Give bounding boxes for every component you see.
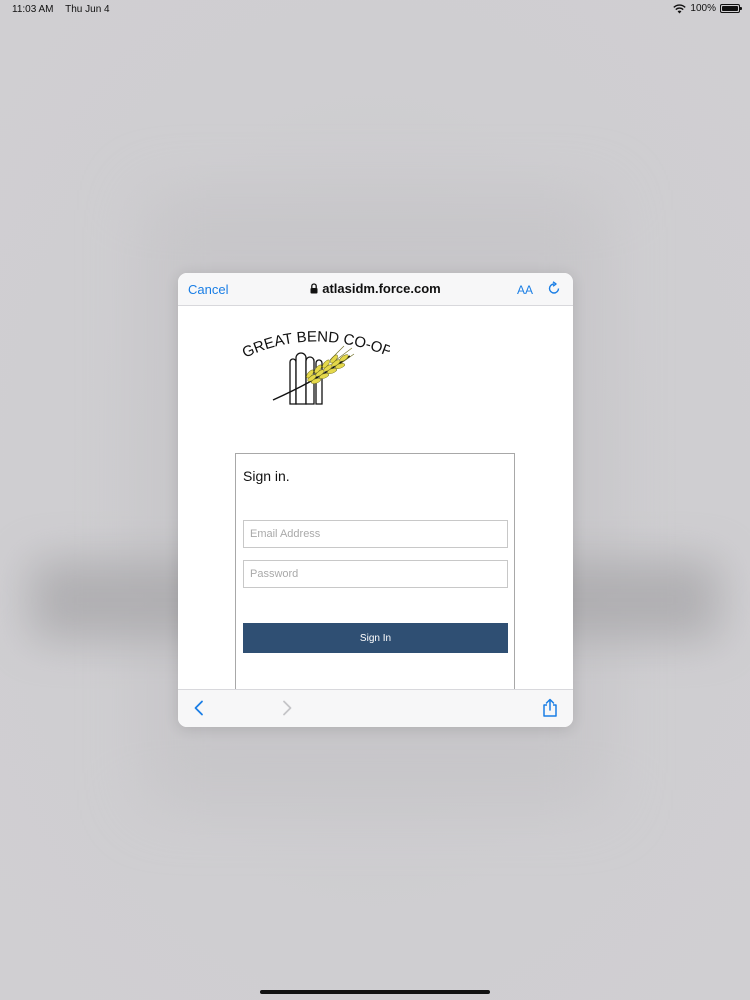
status-left: 11:03 AM Thu Jun 4: [12, 4, 119, 15]
battery-icon: [720, 4, 742, 13]
status-time: 11:03 AM: [12, 4, 54, 15]
url-text: atlasidm.force.com: [322, 281, 441, 296]
status-right: 100%: [673, 3, 742, 14]
signin-card: Sign in. Sign In: [235, 453, 515, 713]
wifi-icon: [673, 3, 687, 13]
sign-in-button[interactable]: Sign In: [243, 623, 508, 653]
status-bar: 11:03 AM Thu Jun 4 100%: [0, 0, 750, 20]
web-content: GREAT BEND CO-OP: [178, 306, 573, 713]
home-indicator[interactable]: [260, 990, 490, 994]
address-bar[interactable]: atlasidm.force.com: [178, 281, 573, 296]
reload-icon[interactable]: [547, 281, 561, 296]
browser-nav-bar: Cancel atlasidm.force.com AA: [178, 273, 573, 306]
password-field[interactable]: [243, 560, 508, 588]
share-icon[interactable]: [542, 698, 558, 717]
email-field[interactable]: [243, 520, 508, 548]
logo-text: GREAT BEND CO-OP: [240, 328, 390, 361]
browser-sheet: Cancel atlasidm.force.com AA GREAT BEND …: [178, 273, 573, 727]
status-date: Thu Jun 4: [65, 4, 110, 15]
browser-toolbar: [178, 689, 573, 727]
back-icon[interactable]: [193, 700, 205, 716]
battery-percent: 100%: [690, 3, 716, 14]
lock-icon: [310, 283, 318, 294]
text-size-label: AA: [516, 283, 533, 297]
company-logo: GREAT BEND CO-OP: [240, 328, 390, 405]
battery-fill: [722, 6, 738, 11]
signin-title: Sign in.: [243, 468, 290, 484]
forward-icon[interactable]: [281, 700, 293, 716]
svg-text:GREAT BEND CO-OP: GREAT BEND CO-OP: [240, 328, 390, 361]
text-size-button[interactable]: AA: [517, 283, 533, 297]
